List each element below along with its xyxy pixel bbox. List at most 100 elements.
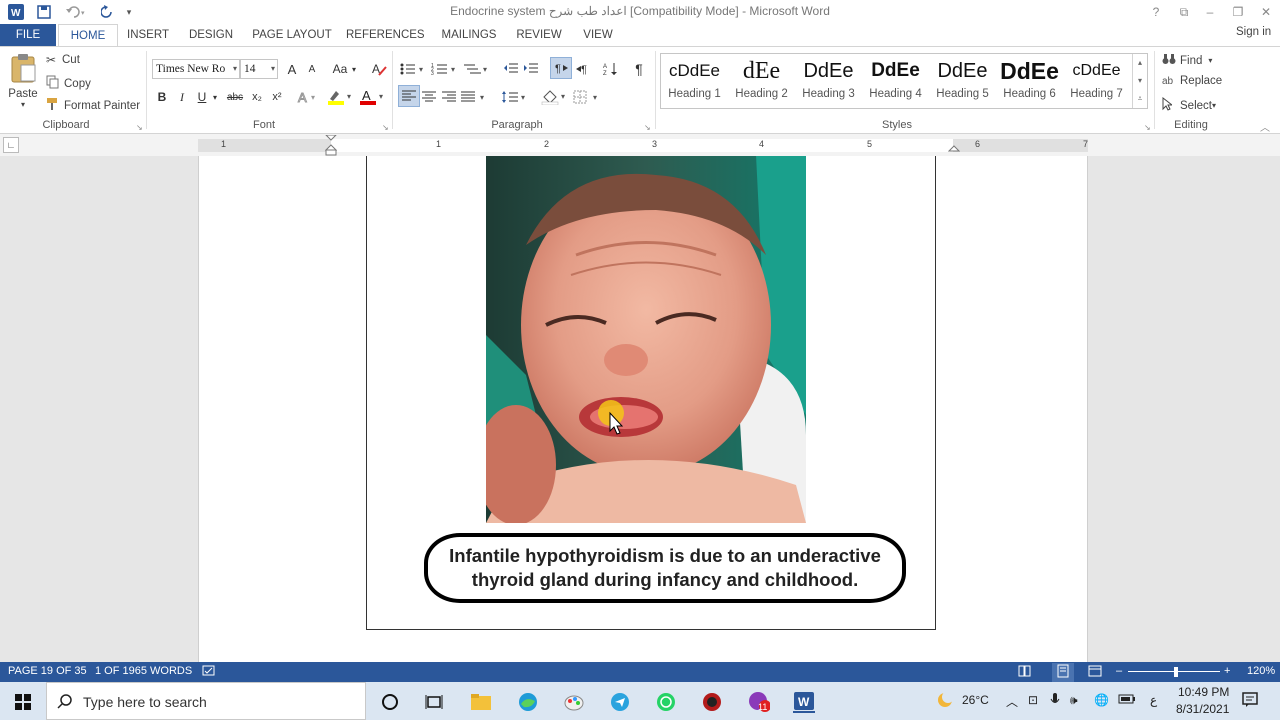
bold-button[interactable]: B [154, 87, 170, 107]
copy-button[interactable]: Copy [46, 75, 91, 92]
cortana-icon[interactable] [379, 691, 401, 713]
gallery-down-icon[interactable]: ▾ [1132, 72, 1147, 90]
volume-icon[interactable]: 🕪 [1070, 693, 1078, 708]
edge-browser-icon[interactable] [517, 691, 539, 713]
close-button[interactable]: ✕ [1252, 2, 1280, 22]
clear-formatting-icon[interactable]: A [370, 59, 388, 79]
change-case-button[interactable]: Aa [330, 59, 350, 79]
microphone-icon[interactable] [1050, 693, 1060, 710]
tab-mailings[interactable]: MAILINGS [436, 24, 502, 46]
borders-icon[interactable]: ▾ [572, 87, 602, 107]
show-formatting-button[interactable]: ¶ [630, 59, 648, 79]
select-button[interactable]: Select ▾ [1162, 96, 1216, 114]
style-heading-1[interactable]: cDdEe Heading 1 [661, 56, 728, 106]
web-layout-icon[interactable] [1088, 665, 1102, 680]
chevron-down-icon[interactable]: ▾ [210, 87, 220, 107]
style-heading-2[interactable]: dEe Heading 2 [728, 56, 795, 106]
weather-moon-icon[interactable] [936, 691, 954, 712]
page-count[interactable]: PAGE 19 OF 35 [8, 665, 87, 677]
style-heading-7[interactable]: cDdEe Heading 7 [1063, 56, 1130, 106]
find-button[interactable]: Find ▾ [1162, 53, 1212, 68]
tab-insert[interactable]: INSERT [124, 24, 172, 46]
tab-home[interactable]: HOME [58, 24, 118, 47]
input-language[interactable]: ع [1150, 693, 1157, 707]
print-layout-icon[interactable] [1052, 663, 1074, 682]
clock-time[interactable]: 10:49 PM [1178, 685, 1229, 699]
increase-indent-icon[interactable] [522, 59, 540, 79]
read-mode-icon[interactable] [1018, 665, 1032, 680]
style-heading-4[interactable]: DdEe Heading 4 [862, 56, 929, 106]
network-globe-icon[interactable]: 🌐 [1094, 693, 1109, 707]
tab-selector-icon[interactable]: ∟ [3, 137, 19, 153]
restore-button[interactable]: ❐ [1224, 2, 1252, 22]
infant-photo[interactable] [486, 156, 806, 523]
weather-temp[interactable]: 26°C [962, 693, 989, 707]
font-color-icon[interactable]: A ▾ [358, 87, 388, 107]
numbering-icon[interactable]: 1 2 3 ▾ [430, 59, 460, 79]
gallery-more-icon[interactable]: ⩡ [1132, 90, 1147, 108]
indent-marker-icon[interactable] [325, 135, 337, 157]
multilevel-list-icon[interactable]: ▾ [462, 59, 492, 79]
strikethrough-button[interactable]: abc [224, 87, 246, 107]
chevron-down-icon[interactable]: ▾ [350, 59, 358, 79]
task-view-icon[interactable] [423, 691, 445, 713]
tab-references[interactable]: REFERENCES [346, 24, 425, 46]
proofing-icon[interactable] [202, 665, 216, 680]
cut-button[interactable]: ✂ Cut [46, 53, 80, 67]
align-right-icon[interactable] [440, 87, 458, 107]
clock-date[interactable]: 8/31/2021 [1176, 702, 1229, 716]
tab-page-layout[interactable]: PAGE LAYOUT [250, 24, 334, 46]
text-effects-icon[interactable]: A ▾ [296, 87, 318, 107]
zoom-slider-thumb[interactable] [1174, 667, 1178, 677]
paint-app-icon[interactable] [563, 691, 585, 713]
notifications-icon[interactable] [1242, 692, 1258, 711]
bullets-icon[interactable]: ▾ [398, 59, 428, 79]
paste-button[interactable]: Paste ▾ [6, 53, 40, 115]
ribbon-display-options-button[interactable]: ⧉ [1170, 2, 1198, 22]
zoom-level[interactable]: 120% [1247, 665, 1275, 677]
format-painter-button[interactable]: Format Painter [46, 97, 140, 114]
horizontal-ruler[interactable]: 1 1 2 3 4 5 6 7 [198, 135, 1088, 156]
ltr-direction-icon[interactable]: ¶ [550, 57, 572, 79]
decrease-indent-icon[interactable] [502, 59, 520, 79]
underline-button[interactable]: U [194, 87, 210, 107]
font-launcher-icon[interactable]: ↘ [382, 123, 389, 132]
justify-icon[interactable]: ▾ [460, 87, 490, 107]
tab-file[interactable]: FILE [0, 24, 56, 46]
align-left-icon[interactable] [398, 85, 420, 107]
subscript-button[interactable]: x₂ [248, 87, 266, 107]
word-taskbar-icon[interactable]: W [793, 691, 815, 713]
document-page[interactable]: Infantile hypothyroidism is due to an un… [198, 156, 1088, 662]
tab-design[interactable]: DESIGN [184, 24, 238, 46]
file-explorer-icon[interactable] [470, 691, 492, 713]
meet-now-icon[interactable]: ⊡ [1028, 693, 1038, 707]
zoom-in-button[interactable]: + [1224, 665, 1230, 677]
shrink-font-button[interactable]: A [304, 59, 320, 79]
clipboard-launcher-icon[interactable]: ↘ [136, 123, 143, 132]
chevron-up-icon[interactable]: ︿ [1006, 693, 1018, 710]
style-heading-6[interactable]: DdEe Heading 6 [996, 56, 1063, 106]
rtl-direction-icon[interactable]: ¶ [574, 59, 592, 79]
windows-start-icon[interactable] [12, 691, 34, 713]
tab-view[interactable]: VIEW [578, 24, 618, 46]
zoom-out-button[interactable]: – [1116, 665, 1122, 677]
line-spacing-icon[interactable]: ▾ [500, 87, 530, 107]
gallery-up-icon[interactable]: ▴ [1132, 54, 1147, 72]
sign-in-link[interactable]: Sign in [1236, 26, 1280, 38]
grow-font-button[interactable]: A [284, 59, 300, 79]
highlight-icon[interactable]: ▾ [326, 87, 356, 107]
align-center-icon[interactable] [420, 87, 438, 107]
right-indent-marker-icon[interactable] [948, 141, 960, 153]
style-heading-3[interactable]: DdEe Heading 3 [795, 56, 862, 106]
font-name-combo[interactable]: Times New Ro ▾ [152, 59, 240, 79]
whatsapp-icon[interactable] [655, 691, 677, 713]
word-count[interactable]: 1 OF 1965 WORDS [95, 665, 192, 677]
battery-icon[interactable] [1118, 693, 1136, 708]
font-size-combo[interactable]: 14 ▾ [240, 59, 278, 79]
styles-launcher-icon[interactable]: ↘ [1144, 123, 1151, 132]
italic-button[interactable]: I [174, 87, 190, 107]
telegram-icon[interactable] [609, 691, 631, 713]
paragraph-launcher-icon[interactable]: ↘ [644, 123, 651, 132]
media-app-icon[interactable] [701, 691, 723, 713]
help-button[interactable]: ? [1142, 2, 1170, 22]
